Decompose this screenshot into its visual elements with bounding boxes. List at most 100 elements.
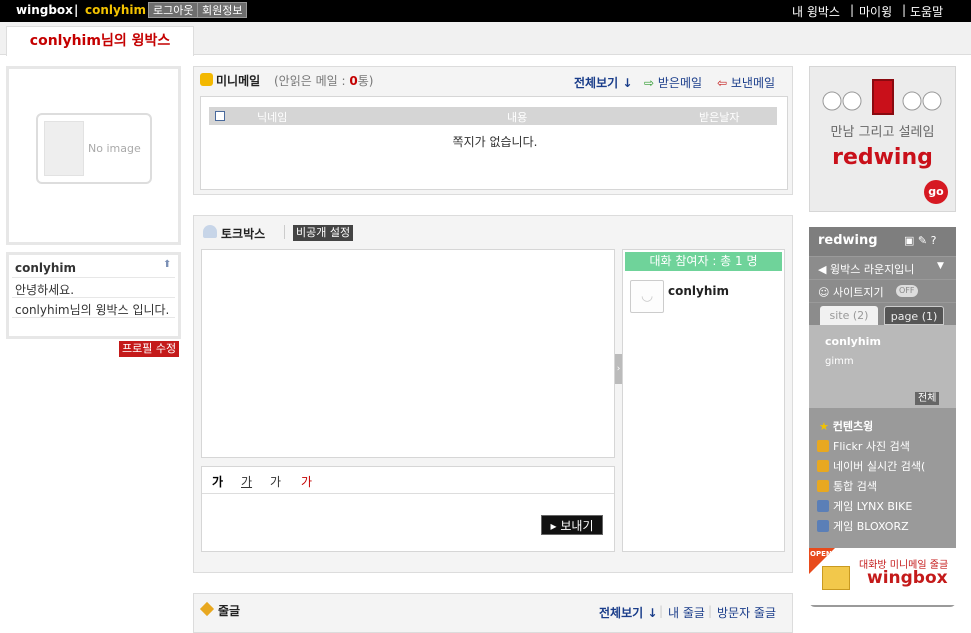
participants-panel: 대화 참여자 : 총 1 명 ◡ conlyhim [622,249,785,552]
site-keeper-toggle[interactable]: OFF [896,285,918,297]
profile-intro: conlyhim님의 윙박스 입니다. [15,303,170,317]
divider [12,317,175,318]
underline-button[interactable]: 가 [241,473,252,490]
mail-icon [200,73,213,86]
select-all-checkbox[interactable] [215,111,225,121]
chat-input-box[interactable]: 가 가 가 가 ▸ 보내기 [201,466,615,552]
tab-site[interactable]: site (2) [820,306,878,325]
view-all-button[interactable]: 전체 [915,392,940,405]
username-label: conlyhim [85,3,146,17]
redwing-header: redwing ▣ ✎ ? [809,227,956,256]
profile-card: conlyhim ⬆ 안녕하세요. conlyhim님의 윙박스 입니다. [6,252,181,339]
no-image-placeholder: No image [36,113,152,184]
placeholder-image-icon [44,121,84,176]
profile-greeting: 안녕하세요. [15,283,75,297]
outbox-arrow-icon: ⇦ [717,76,728,90]
red-box-icon [872,79,894,115]
redwing-ad-banner[interactable]: 만남 그리고 설레임 redwing go [809,66,956,212]
tab-my-wingbox[interactable]: conlyhim님의 윙박스 [6,26,194,56]
divider [12,277,175,278]
mini-mail-panel: 미니메일 (안읽은 메일 : 0통) 전체보기 ↓ ⇨ 받은메일 ⇦ 보낸메일 … [193,66,793,195]
site-list: conlyhim gimm 전체 [809,325,956,408]
divider [12,297,175,298]
site-user[interactable]: conlyhim [825,335,881,348]
collapse-handle-icon[interactable]: › [615,354,622,384]
color-button[interactable]: 가 [301,473,312,490]
brand-separator: | [74,3,79,17]
ad-go-button[interactable]: go [924,180,948,204]
unread-number: 0 [349,74,358,88]
wingbox-promo[interactable]: OPEN 대화방 미니메일 줄글 wingbox [809,548,956,605]
profile-photo-frame: No image [6,66,181,245]
unread-count: (안읽은 메일 : 0통) [274,74,374,88]
content-item[interactable]: 게임 BLOXORZ [817,518,949,534]
sent-mail-link[interactable]: ⇦ 보낸메일 [717,74,775,91]
my-guestbook-link[interactable]: 내 줄글 [668,604,705,621]
content-item[interactable]: Flickr 사진 검색 [817,438,949,454]
star-icon: ★ [819,420,829,433]
content-item[interactable]: 네이버 실시간 검색( [817,458,949,474]
person-icon [203,225,217,238]
lounge-selector[interactable]: ◀ 윙박스 라운지입니 ▼ [809,257,956,279]
mail-view-all-link[interactable]: 전체보기 ↓ [574,74,632,91]
link-separator: | [708,604,713,618]
send-button[interactable]: ▸ 보내기 [541,515,603,535]
mail-list: 닉네임 내용 받은날자 쪽지가 없습니다. [200,96,788,190]
redwing-tabs: site (2) page (1) [809,303,956,325]
private-setting-button[interactable]: 비공개 설정 [293,225,354,241]
content-item[interactable]: 통합 검색 [817,478,949,494]
talkbox-title: 토크박스 [221,227,266,241]
my-wingbox-link[interactable]: 내 윙박스 [792,3,840,20]
chat-messages-area[interactable] [201,249,615,458]
guestbook-view-all-link[interactable]: 전체보기 ↓ [599,604,657,621]
widget-tools-icon[interactable]: ▣ ✎ ? [904,234,936,247]
talkbox-panel: 토크박스 비공개 설정 가 가 가 가 ▸ 보내기 › 대화 참여자 : 총 1… [193,215,793,573]
smiley-icon: ☺ [818,286,830,299]
empty-message: 쪽지가 없습니다. [452,135,538,149]
speaker-icon: ◀ [818,263,827,276]
game-icon [817,520,829,532]
top-link-separator: | [850,3,855,17]
site-user-sub[interactable]: gimm [825,356,854,367]
ad-logo: redwing [832,145,933,170]
avatar: ◡ [630,280,664,313]
link-separator: | [659,604,664,618]
promo-logo: wingbox [867,568,948,588]
column-date[interactable]: 받은날자 [699,109,739,125]
content-item[interactable]: 게임 LYNX BIKE [817,498,949,514]
brand-logo[interactable]: wingbox [16,3,73,17]
redwing-widget: redwing ▣ ✎ ? ◀ 윙박스 라운지입니 ▼ ☺ 사이트지기 OFF … [809,227,956,607]
tools-icon [817,480,829,492]
mywing-link[interactable]: 마이윙 [859,3,892,20]
profile-name: conlyhim [15,261,76,275]
mail-table-header: 닉네임 내용 받은날자 [209,107,777,125]
top-link-separator: | [902,3,907,17]
bold-button[interactable]: 가 [212,473,223,490]
participants-header: 대화 참여자 : 총 1 명 [625,252,782,271]
redwing-logo: redwing [818,233,878,248]
chevron-down-icon[interactable]: ▼ [937,261,944,271]
smiley-icon: ◡ [641,288,654,304]
play-icon: ▸ [550,519,557,533]
collapse-icon[interactable]: ⬆ [163,259,171,270]
box-icon [822,566,850,590]
tab-page[interactable]: page (1) [884,306,944,325]
inbox-arrow-icon: ⇨ [644,76,655,90]
plain-button[interactable]: 가 [270,473,281,490]
column-content[interactable]: 내용 [507,109,527,125]
help-link[interactable]: 도움말 [910,3,943,20]
guestbook-title: 줄글 [218,604,241,618]
profile-edit-button[interactable]: 프로필 수정 [119,341,180,357]
visitor-guestbook-link[interactable]: 방문자 줄글 [717,604,776,621]
member-info-button[interactable]: 회원정보 [197,2,248,18]
ad-copy: 만남 그리고 설레임 [830,125,935,140]
column-nickname[interactable]: 닉네임 [257,109,287,125]
divider [284,225,285,239]
tools-icon [817,460,829,472]
arrow-down-icon: ↓ [622,76,633,90]
pencil-icon [199,601,215,617]
mini-mail-title: 미니메일 [216,74,261,88]
received-mail-link[interactable]: ⇨ 받은메일 [644,74,702,91]
participant-name[interactable]: conlyhim [668,284,729,298]
logout-button[interactable]: 로그아웃 [148,2,199,18]
